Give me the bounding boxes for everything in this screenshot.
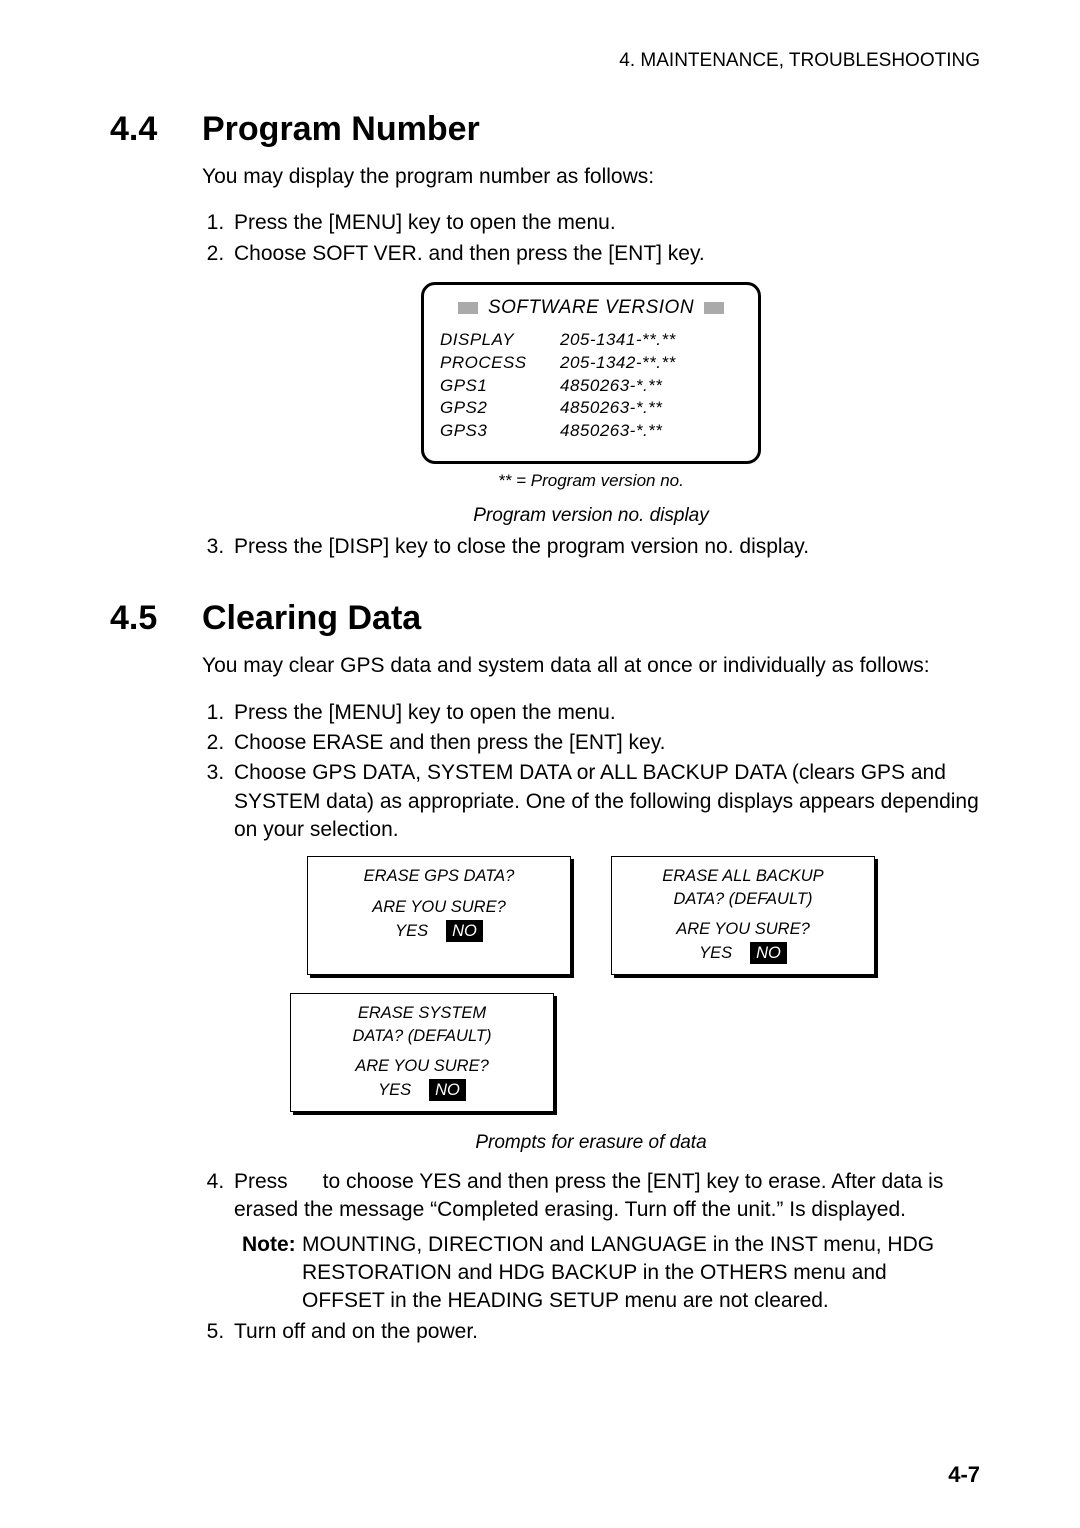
- table-row: GPS3 4850263-*.**: [440, 420, 742, 443]
- note-label: Note:: [242, 1231, 302, 1259]
- prompt-question: ERASE GPS DATA?: [314, 865, 564, 887]
- sv-label: GPS3: [440, 420, 560, 443]
- sv-label: DISPLAY: [440, 329, 560, 352]
- step-text: Press to choose YES and then press the […: [234, 1168, 980, 1225]
- prompts-caption: Prompts for erasure of data: [202, 1130, 980, 1156]
- note-text-line1: MOUNTING, DIRECTION and LANGUAGE in the …: [302, 1231, 980, 1259]
- list-item: Press the [MENU] key to open the menu.: [230, 209, 980, 237]
- no-option-selected: NO: [446, 920, 483, 942]
- yes-option: YES: [699, 942, 732, 964]
- section-4-4: 4.4 Program Number You may display the p…: [110, 110, 980, 561]
- prompt-question-line1: ERASE ALL BACKUP: [618, 865, 868, 887]
- erase-gps-prompt: ERASE GPS DATA? ARE YOU SURE? YES NO: [307, 856, 571, 975]
- sv-label: GPS1: [440, 375, 560, 398]
- step-text: Press the [DISP] key to close the progra…: [234, 535, 809, 558]
- software-version-panel: SOFTWARE VERSION DISPLAY 205-1341-**.** …: [421, 282, 761, 464]
- list-item: Press the [DISP] key to close the progra…: [230, 533, 980, 561]
- sv-label: PROCESS: [440, 352, 560, 375]
- sv-value: 4850263-*.**: [560, 420, 662, 443]
- step-text: Turn off and on the power.: [234, 1320, 478, 1343]
- list-item: Choose SOFT VER. and then press the [ENT…: [230, 240, 980, 268]
- prompt-confirm: ARE YOU SURE?: [314, 896, 564, 918]
- step-text: Choose ERASE and then press the [ENT] ke…: [234, 731, 666, 754]
- prompt-question-line2: DATA? (DEFAULT): [297, 1025, 547, 1047]
- list-item: Choose ERASE and then press the [ENT] ke…: [230, 729, 980, 757]
- section-4-4-number: 4.4: [110, 110, 202, 149]
- prompt-question-line1: ERASE SYSTEM: [297, 1002, 547, 1024]
- no-option-selected: NO: [429, 1079, 466, 1101]
- sv-value: 4850263-*.**: [560, 375, 662, 398]
- list-item: Choose GPS DATA, SYSTEM DATA or ALL BACK…: [230, 759, 980, 844]
- step-text: Press the [MENU] key to open the menu.: [234, 211, 616, 234]
- decoration-bar-icon: [704, 302, 724, 314]
- table-row: GPS2 4850263-*.**: [440, 397, 742, 420]
- prompt-question-line2: DATA? (DEFAULT): [618, 888, 868, 910]
- section-4-4-title: Program Number: [202, 110, 480, 149]
- software-version-footnote: ** = Program version no.: [498, 470, 684, 493]
- no-option-selected: NO: [750, 942, 787, 964]
- table-row: DISPLAY 205-1341-**.**: [440, 329, 742, 352]
- yes-option: YES: [378, 1079, 411, 1101]
- page-number: 4-7: [948, 1462, 980, 1488]
- yes-option: YES: [395, 920, 428, 942]
- sv-value: 205-1342-**.**: [560, 352, 676, 375]
- sv-value: 4850263-*.**: [560, 397, 662, 420]
- erase-system-prompt: ERASE SYSTEM DATA? (DEFAULT) ARE YOU SUR…: [290, 993, 554, 1112]
- sv-label: GPS2: [440, 397, 560, 420]
- list-item: Press to choose YES and then press the […: [230, 1168, 980, 1316]
- software-version-caption: Program version no. display: [473, 503, 709, 529]
- software-version-title: SOFTWARE VERSION: [488, 295, 694, 321]
- note-text-line2: RESTORATION and HDG BACKUP in the OTHERS…: [302, 1259, 980, 1287]
- step-text: Choose GPS DATA, SYSTEM DATA or ALL BACK…: [234, 761, 979, 841]
- section-4-4-lead: You may display the program number as fo…: [202, 163, 980, 191]
- prompt-confirm: ARE YOU SURE?: [618, 918, 868, 940]
- sv-value: 205-1341-**.**: [560, 329, 676, 352]
- section-4-5: 4.5 Clearing Data You may clear GPS data…: [110, 599, 980, 1346]
- note-text-line3: OFFSET in the HEADING SETUP menu are not…: [302, 1287, 980, 1315]
- section-4-5-title: Clearing Data: [202, 599, 421, 638]
- prompt-confirm: ARE YOU SURE?: [297, 1055, 547, 1077]
- erase-backup-prompt: ERASE ALL BACKUP DATA? (DEFAULT) ARE YOU…: [611, 856, 875, 975]
- section-4-5-lead: You may clear GPS data and system data a…: [202, 652, 980, 680]
- table-row: PROCESS 205-1342-**.**: [440, 352, 742, 375]
- step-text: Choose SOFT VER. and then press the [ENT…: [234, 242, 705, 265]
- list-item: Press the [MENU] key to open the menu.: [230, 699, 980, 727]
- section-4-5-number: 4.5: [110, 599, 202, 638]
- list-item: Turn off and on the power.: [230, 1318, 980, 1346]
- decoration-bar-icon: [458, 302, 478, 314]
- table-row: GPS1 4850263-*.**: [440, 375, 742, 398]
- running-header: 4. MAINTENANCE, TROUBLESHOOTING: [110, 50, 980, 72]
- step-text: Press the [MENU] key to open the menu.: [234, 701, 616, 724]
